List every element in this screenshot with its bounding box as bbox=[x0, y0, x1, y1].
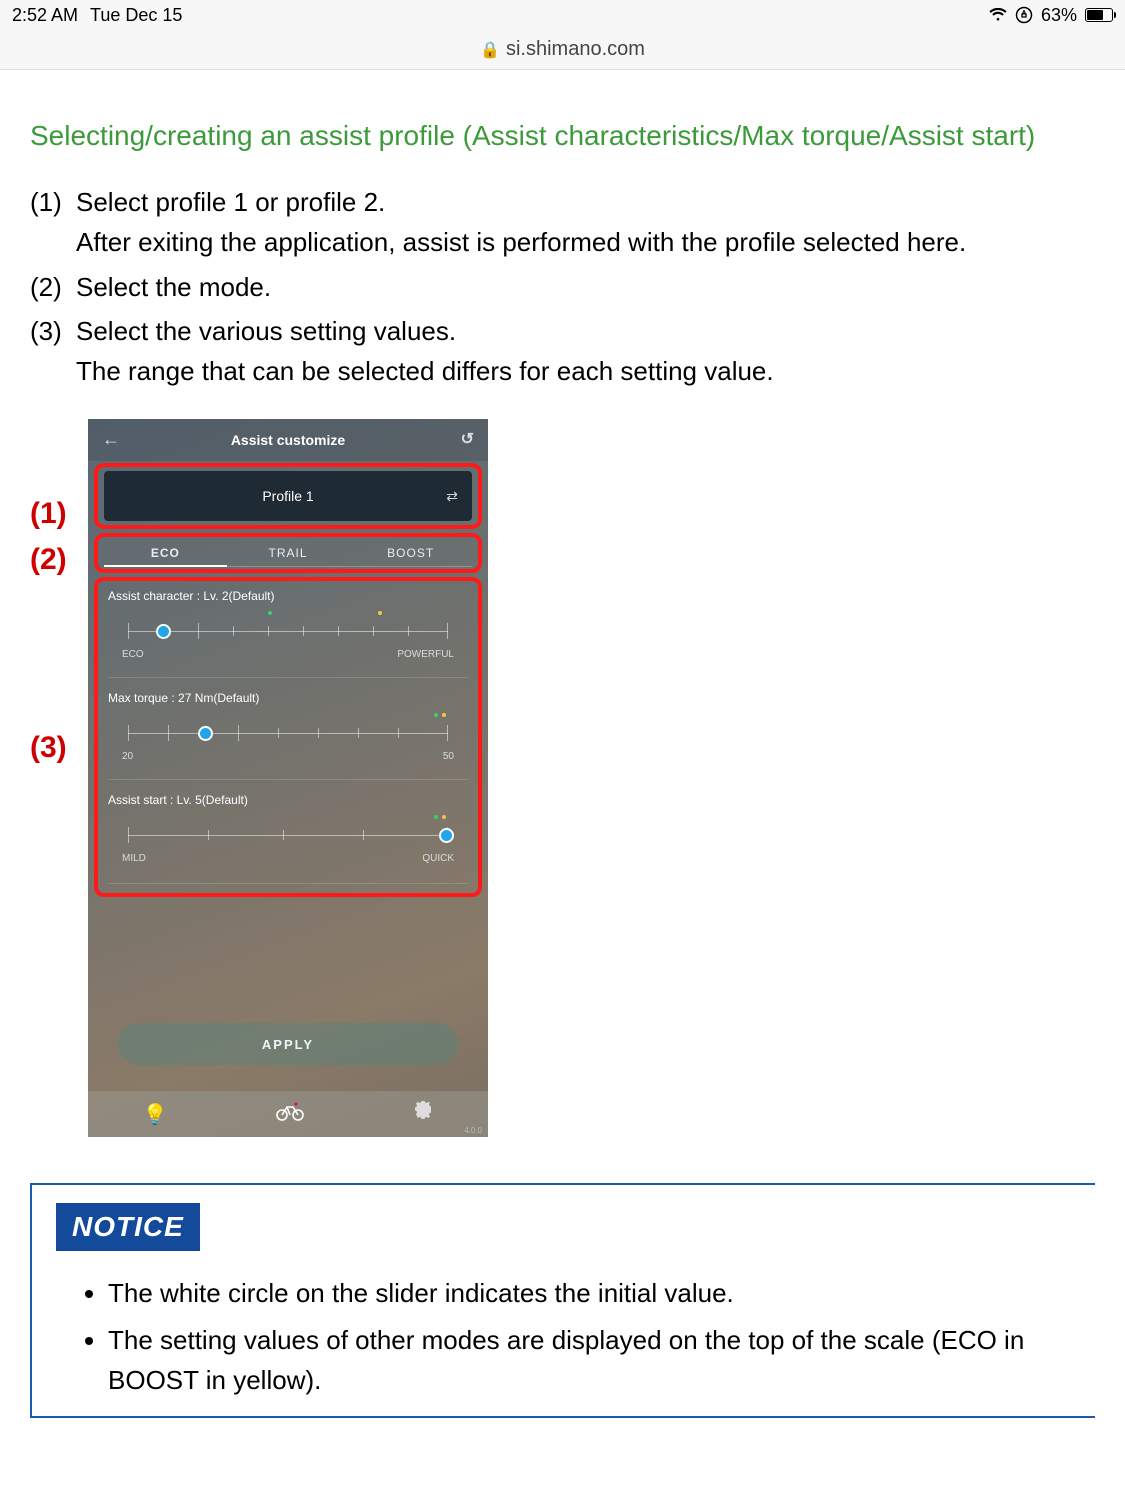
page-content: Selecting/creating an assist profile (As… bbox=[0, 70, 1125, 1418]
step-number: (3) bbox=[30, 311, 76, 392]
section-heading: Selecting/creating an assist profile (As… bbox=[30, 120, 1095, 152]
notice-item: The white circle on the slider indicates… bbox=[108, 1273, 1071, 1313]
battery-percent: 63% bbox=[1041, 5, 1077, 26]
notice-box: NOTICE The white circle on the slider in… bbox=[30, 1183, 1095, 1418]
annotated-screenshot: (1) (2) (3) ← Assist customize ↺ Profile… bbox=[30, 419, 1095, 1137]
status-date: Tue Dec 15 bbox=[90, 5, 182, 26]
bottom-nav: 💡 bbox=[88, 1091, 488, 1137]
step-3: (3) Select the various setting values. T… bbox=[30, 311, 1095, 392]
step-1: (1) Select profile 1 or profile 2. After… bbox=[30, 182, 1095, 263]
step-number: (1) bbox=[30, 182, 76, 263]
app-header-title: Assist customize bbox=[231, 432, 345, 448]
reset-icon[interactable]: ↺ bbox=[461, 429, 474, 449]
app-header: ← Assist customize ↺ bbox=[88, 419, 488, 461]
step-2: (2) Select the mode. bbox=[30, 267, 1095, 307]
status-time: 2:52 AM bbox=[12, 5, 78, 26]
notice-item: The setting values of other modes are di… bbox=[108, 1320, 1071, 1401]
apply-button[interactable]: APPLY bbox=[118, 1023, 458, 1065]
notice-badge: NOTICE bbox=[56, 1203, 200, 1251]
step-list: (1) Select profile 1 or profile 2. After… bbox=[30, 182, 1095, 391]
callout-2: (2) bbox=[30, 543, 67, 577]
highlight-box-1 bbox=[94, 463, 482, 529]
gear-icon[interactable] bbox=[413, 1101, 433, 1127]
browser-domain: si.shimano.com bbox=[506, 38, 645, 61]
step-text: After exiting the application, assist is… bbox=[76, 227, 966, 257]
orientation-lock-icon bbox=[1015, 6, 1033, 24]
callout-1: (1) bbox=[30, 497, 67, 531]
back-icon[interactable]: ← bbox=[102, 429, 120, 450]
bike-icon[interactable] bbox=[276, 1101, 304, 1127]
notice-list: The white circle on the slider indicates… bbox=[56, 1273, 1071, 1400]
light-icon[interactable]: 💡 bbox=[143, 1102, 168, 1127]
step-text: Select the mode. bbox=[76, 272, 271, 302]
step-text: The range that can be selected differs f… bbox=[76, 356, 774, 386]
ipad-status-bar: 2:52 AM Tue Dec 15 63% bbox=[0, 0, 1125, 30]
app-version: 4.0.0 bbox=[464, 1126, 482, 1135]
step-text: Select the various setting values. bbox=[76, 316, 456, 346]
highlight-box-2 bbox=[94, 533, 482, 573]
step-number: (2) bbox=[30, 267, 76, 307]
battery-icon bbox=[1085, 8, 1113, 22]
highlight-box-3 bbox=[94, 577, 482, 897]
callout-3: (3) bbox=[30, 731, 67, 765]
lock-icon: 🔒 bbox=[480, 40, 500, 60]
browser-address-bar[interactable]: 🔒 si.shimano.com bbox=[0, 30, 1125, 70]
wifi-icon bbox=[989, 6, 1007, 24]
step-text: Select profile 1 or profile 2. bbox=[76, 187, 385, 217]
app-screenshot: ← Assist customize ↺ Profile 1 ⇄ ECO TRA… bbox=[88, 419, 488, 1137]
